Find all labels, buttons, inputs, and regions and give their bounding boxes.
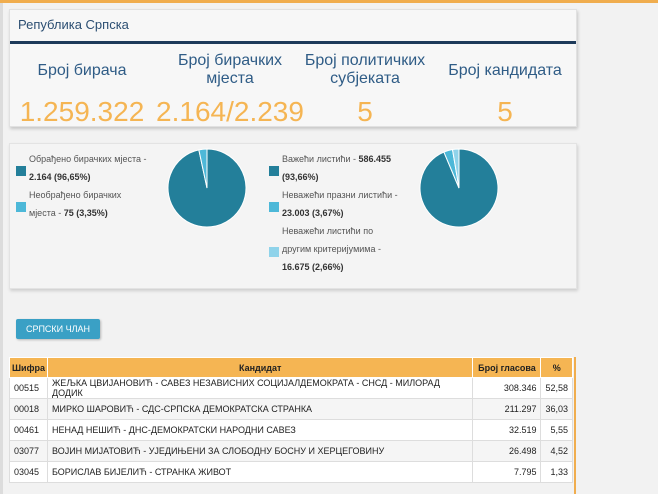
cell-votes: 7.795 xyxy=(472,461,542,483)
legend-invalid-other-value: 16.675 (2,66%) xyxy=(282,262,344,272)
table-row: 03077 ВОЈИН МИЈАТОВИЋ - УЈЕДИЊЕНИ ЗА СЛО… xyxy=(9,440,573,462)
table-right-border xyxy=(574,357,576,494)
cell-candidate: МИРКО ШАРОВИЋ - СДС-СРПСКА ДЕМОКРАТСКА С… xyxy=(46,398,474,420)
stat-voters-value: 1.259.322 xyxy=(19,96,145,127)
cell-code: 00461 xyxy=(9,419,48,441)
top-accent-line xyxy=(0,0,658,3)
table-row: 00461 НЕНАД НЕШИЋ - ДНС-ДЕМОКРАТСКИ НАРО… xyxy=(9,419,573,441)
table-row: 00515 ЖЕЉКА ЦВИЈАНОВИЋ - САВЕЗ НЕЗАВИСНИ… xyxy=(9,377,573,399)
stat-polling-stations-label-2: мјеста xyxy=(206,70,254,87)
legend-swatch-invalid-other xyxy=(269,247,279,257)
legend-invalid-empty: Неважећи празни листићи - 23.003 (3,67%) xyxy=(282,186,427,222)
cell-candidate: ЖЕЉКА ЦВИЈАНОВИЋ - САВЕЗ НЕЗАВИСНИХ СОЦИ… xyxy=(46,377,474,399)
stat-parties: Број политичких субјеката 5 xyxy=(302,52,428,127)
column-header-candidate[interactable]: Кандидат xyxy=(46,357,474,378)
cell-votes: 211.297 xyxy=(472,398,542,420)
legend-valid-percent: (93,66%) xyxy=(282,172,319,182)
legend-swatch-processed xyxy=(16,166,26,176)
cell-candidate: БОРИСЛАВ БИЈЕЛИЋ - СТРАНКА ЖИВОТ xyxy=(46,461,474,483)
stat-polling-stations-value: 2.164/2.239 xyxy=(156,96,304,127)
stat-candidates: Број кандидата 5 xyxy=(442,52,568,127)
legend-processed-value: 2.164 (96,65%) xyxy=(29,172,91,182)
cell-code: 00515 xyxy=(9,377,48,399)
charts-card: Обрађено бирачких мјеста - 2.164 (96,65%… xyxy=(9,143,577,289)
stat-voters: Број бирача 1.259.322 xyxy=(12,52,152,127)
legend-unprocessed: Необрађено бирачких мјеста - 75 (3,35%) xyxy=(29,186,169,222)
cell-code: 03045 xyxy=(9,461,48,483)
left-edge-strip xyxy=(0,3,3,494)
legend-invalid-empty-value: 23.003 (3,67%) xyxy=(282,208,344,218)
table-row: 00018 МИРКО ШАРОВИЋ - СДС-СРПСКА ДЕМОКРА… xyxy=(9,398,573,420)
legend-invalid-other-label-1: Неважећи листићи по xyxy=(282,226,374,236)
column-header-votes[interactable]: Број гласова xyxy=(472,357,542,378)
region-title: Република Српска xyxy=(18,17,129,32)
legend-unprocessed-label-2: мјеста - xyxy=(29,208,64,218)
cell-percent: 5,55 xyxy=(540,419,573,441)
column-header-code[interactable]: Шифра xyxy=(9,357,48,378)
stat-voters-label: Број бирача xyxy=(37,62,127,79)
ballots-pie-chart xyxy=(419,148,499,228)
cell-percent: 36,03 xyxy=(540,398,573,420)
stat-polling-stations: Број бирачких мјеста 2.164/2.239 xyxy=(154,52,306,127)
cell-votes: 32.519 xyxy=(472,419,542,441)
cell-votes: 308.346 xyxy=(472,377,542,399)
summary-card: Република Српска Број бирача 1.259.322 Б… xyxy=(9,9,577,127)
legend-unprocessed-value: 75 (3,35%) xyxy=(63,208,108,218)
stat-candidates-label: Број кандидата xyxy=(448,62,562,79)
legend-swatch-invalid-empty xyxy=(269,202,279,212)
legend-processed: Обрађено бирачких мјеста - 2.164 (96,65%… xyxy=(29,150,169,186)
stat-candidates-value: 5 xyxy=(497,96,513,127)
legend-valid: Важећи листићи - 586.455 (93,66%) xyxy=(282,150,427,186)
stat-polling-stations-label-1: Број бирачких xyxy=(177,52,283,69)
legend-unprocessed-label-1: Необрађено бирачких xyxy=(29,190,122,200)
legend-invalid-other-label-2: другим критеријумима - xyxy=(282,244,381,254)
cell-percent: 52,58 xyxy=(540,377,573,399)
table-header-row: Шифра Кандидат Број гласова % xyxy=(9,357,573,378)
cell-code: 00018 xyxy=(9,398,48,420)
cell-candidate: НЕНАД НЕШИЋ - ДНС-ДЕМОКРАТСКИ НАРОДНИ СА… xyxy=(46,419,474,441)
legend-valid-label: Важећи листићи - xyxy=(282,154,359,164)
polling-stations-pie-chart xyxy=(167,148,247,228)
legend-invalid-empty-label: Неважећи празни листићи - xyxy=(282,190,398,200)
cell-votes: 26.498 xyxy=(472,440,542,462)
title-divider xyxy=(10,41,576,44)
column-header-percent[interactable]: % xyxy=(540,357,573,378)
candidates-table: Шифра Кандидат Број гласова % 00515 ЖЕЉК… xyxy=(9,357,573,483)
cell-code: 03077 xyxy=(9,440,48,462)
legend-swatch-unprocessed xyxy=(16,202,26,212)
stat-parties-value: 5 xyxy=(357,96,373,127)
legend-swatch-valid xyxy=(269,166,279,176)
stat-parties-label-2: субјеката xyxy=(330,70,400,87)
stat-parties-label-1: Број политичких xyxy=(304,52,426,69)
legend-processed-label: Обрађено бирачких мјеста - xyxy=(29,154,147,164)
cell-candidate: ВОЈИН МИЈАТОВИЋ - УЈЕДИЊЕНИ ЗА СЛОБОДНУ … xyxy=(46,440,474,462)
table-row: 03045 БОРИСЛАВ БИЈЕЛИЋ - СТРАНКА ЖИВОТ 7… xyxy=(9,461,573,483)
serbian-member-button[interactable]: СРПСКИ ЧЛАН xyxy=(16,319,100,339)
cell-percent: 1,33 xyxy=(540,461,573,483)
legend-valid-value: 586.455 xyxy=(358,154,392,164)
legend-invalid-other: Неважећи листићи по другим критеријумима… xyxy=(282,222,427,276)
cell-percent: 4,52 xyxy=(540,440,573,462)
